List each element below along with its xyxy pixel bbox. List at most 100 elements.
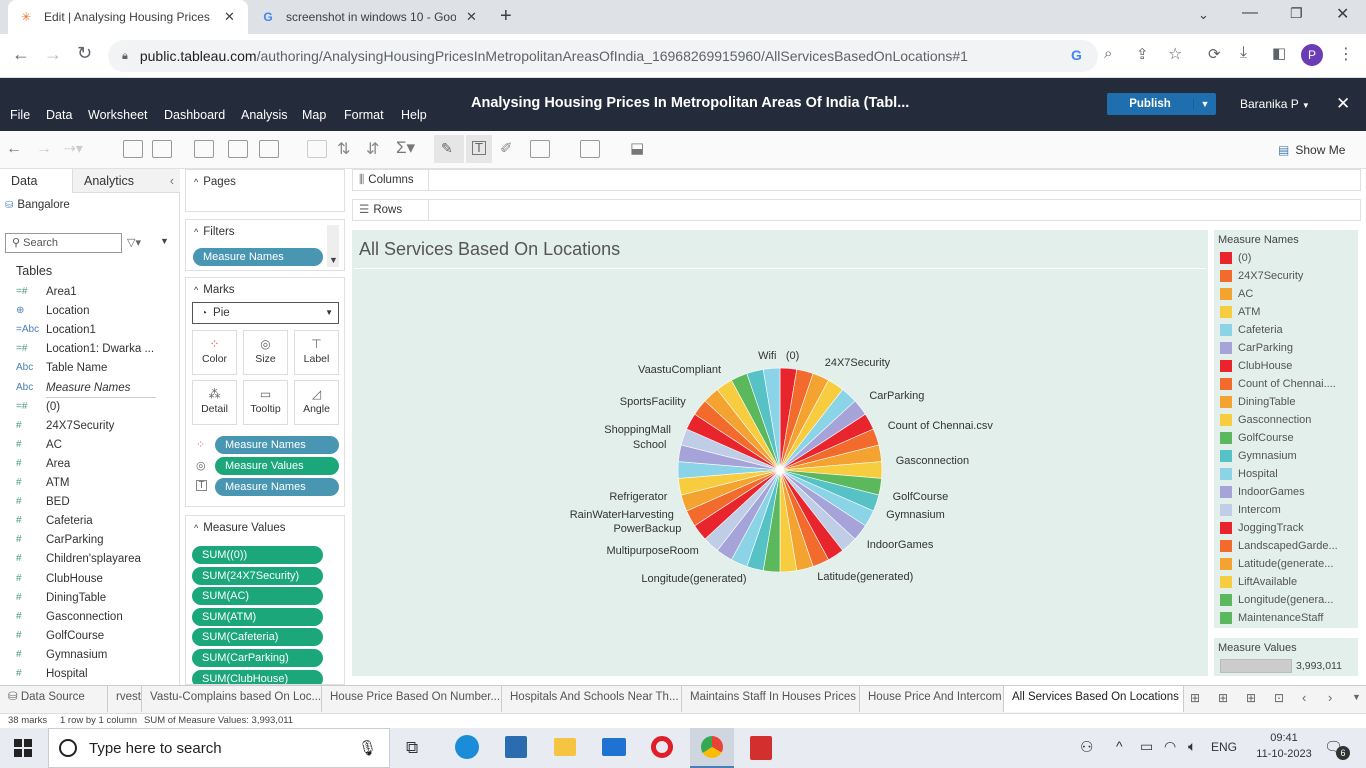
back-icon[interactable]: ← [12,44,30,65]
field-item[interactable]: =Abc Location1 [16,321,96,339]
bookmark-star-icon[interactable]: ☆ [1168,44,1182,64]
new-worksheet-icon[interactable] [194,140,214,158]
measure-value-pill[interactable]: SUM(24X7Security) [192,566,323,585]
chevron-up-icon[interactable]: ^ [194,523,198,533]
legend-item[interactable]: Latitude(generate... [1220,555,1352,573]
detail-button[interactable]: ⁂ Detail [192,380,237,425]
legend-item[interactable]: Gasconnection [1220,411,1352,429]
field-item[interactable]: # CarParking [16,531,104,549]
legend-item[interactable]: LandscapedGarde... [1220,537,1352,555]
filter-pill-measure-names[interactable]: Measure Names [193,248,323,266]
edge-icon[interactable] [455,735,479,759]
extension-icon[interactable]: ⟳ [1208,45,1221,63]
google-lens-icon[interactable]: G [1071,47,1082,63]
chevron-up-icon[interactable]: ^ [194,285,198,295]
new-worksheet-icon[interactable]: ⊞ [1218,691,1228,705]
new-worksheet-icon[interactable]: ⊞ [1190,691,1200,705]
tab-search-icon[interactable]: ⌄ [1198,7,1209,23]
legend-item[interactable]: IndoorGames [1220,483,1352,501]
marks-pill-color[interactable]: Measure Names [215,436,339,454]
field-item[interactable]: #24X7Security [16,417,114,435]
legend-item[interactable]: DiningTable [1220,393,1352,411]
opera-icon[interactable] [651,736,673,758]
chevron-up-icon[interactable]: ^ [194,227,198,237]
language-indicator[interactable]: ENG [1211,740,1237,754]
download-view-icon[interactable]: ⬓ [630,139,644,157]
totals-icon[interactable]: Σ▾ [396,138,415,158]
close-icon[interactable]: ✕ [224,9,235,25]
minimize-icon[interactable]: — [1242,4,1258,22]
presentation-icon[interactable] [580,140,600,158]
new-tab-icon[interactable]: + [500,5,512,28]
label-button[interactable]: ⊤ Label [294,330,339,375]
legend-item[interactable]: 24X7Security [1220,267,1352,285]
url-field[interactable]: 🔒︎ public.tableau.com/authoring/Analysin… [108,40,1098,72]
show-labels-icon[interactable]: T [466,135,492,163]
legend-item[interactable]: CarParking [1220,339,1352,357]
search-input[interactable]: ⚲ Search [5,233,122,253]
sheet-tab[interactable]: Hospitals And Schools Near Th... [502,686,682,712]
user-menu[interactable]: Baranika P ▼ [1240,97,1310,111]
measure-value-pill[interactable]: SUM(Cafeteria) [192,628,323,647]
tab-analytics[interactable]: Analytics ‹ [72,169,180,193]
legend-item[interactable]: (0) [1220,249,1352,267]
legend-item[interactable]: GolfCourse [1220,429,1352,447]
wifi-icon[interactable]: ◠ [1164,738,1176,755]
show-hidden-icons[interactable]: ^ [1116,738,1123,754]
duplicate-sheet-icon[interactable] [228,140,248,158]
battery-icon[interactable]: ▭ [1140,738,1153,755]
clock-date[interactable]: 11-10-2023 [1251,748,1317,760]
task-view-icon[interactable]: ⧉ [406,738,418,758]
field-item[interactable]: # BED [16,493,70,511]
collapse-icon[interactable]: ‹ [170,169,174,193]
menu-data[interactable]: Data [46,108,72,122]
sheet-tab[interactable]: All Services Based On Locations [1004,686,1184,712]
close-icon[interactable]: ✕ [466,9,477,25]
chevron-down-icon[interactable]: ▼ [160,236,169,246]
angle-button[interactable]: ◿ Angle [294,380,339,425]
measure-value-pill[interactable]: SUM(CarParking) [192,649,323,667]
legend-item[interactable]: MaintenanceStaff [1220,609,1352,627]
microphone-icon[interactable]: 🎙︎ [358,739,377,757]
profile-avatar[interactable]: P [1301,44,1323,66]
field-item[interactable]: # ClubHouse [16,570,103,588]
pie-chart[interactable] [650,340,910,600]
field-item[interactable]: # Children'splayarea [16,550,141,568]
filter-icon[interactable]: ▽▾ [127,236,141,249]
datasource-item[interactable]: ⛁ Bangalore [5,199,70,211]
columns-shelf[interactable]: ⫼ Columns [352,169,1361,191]
kebab-menu-icon[interactable]: ⋮ [1338,44,1354,64]
sort-descending-icon[interactable]: ⇵ [366,139,379,159]
sheet-tab[interactable]: Vastu-Complains based On Loc... [142,686,322,712]
acrobat-icon[interactable] [750,736,772,760]
menu-dashboard[interactable]: Dashboard [164,108,225,122]
sheet-tab[interactable]: rvest [108,686,142,712]
tooltip-button[interactable]: ▭ Tooltip [243,380,288,425]
window-close-icon[interactable]: ✕ [1336,4,1349,24]
legend-item[interactable]: Longitude(genera... [1220,591,1352,609]
field-item[interactable]: Abc Measure Names [16,379,130,397]
field-item[interactable]: =# Location1: Dwarka ... [16,340,154,358]
field-item[interactable]: # Gasconnection [16,608,123,626]
windows-start-icon[interactable] [14,739,32,757]
marks-pill-label[interactable]: Measure Names [215,478,339,496]
new-dashboard-icon[interactable]: ⊞ [1246,691,1256,705]
browser-tab-google[interactable]: G screenshot in windows 10 - Goo ✕ [250,0,490,34]
field-item[interactable]: # Area [16,455,70,473]
redo-icon[interactable]: → [36,140,52,158]
filters-scrollbar[interactable]: ▼ [327,225,339,267]
close-editor-icon[interactable]: ✕ [1336,94,1350,114]
new-story-icon[interactable]: ⊡ [1274,691,1284,705]
chevron-down-icon[interactable]: ▼ [1193,99,1216,109]
field-item[interactable]: # ATM [16,474,69,492]
tab-next-icon[interactable]: › [1328,690,1332,705]
menu-format[interactable]: Format [344,108,384,122]
legend-item[interactable]: AC [1220,285,1352,303]
replay-icon[interactable]: ⇢▾ [64,140,83,157]
field-item[interactable]: # Cafeteria [16,512,93,530]
legend-item[interactable]: Count of Chennai.... [1220,375,1352,393]
field-item[interactable]: # DiningTable [16,589,106,607]
marks-pill-angle[interactable]: Measure Values [215,457,339,475]
legend-item[interactable]: ClubHouse [1220,357,1352,375]
chrome-taskbar-button[interactable] [690,728,734,768]
